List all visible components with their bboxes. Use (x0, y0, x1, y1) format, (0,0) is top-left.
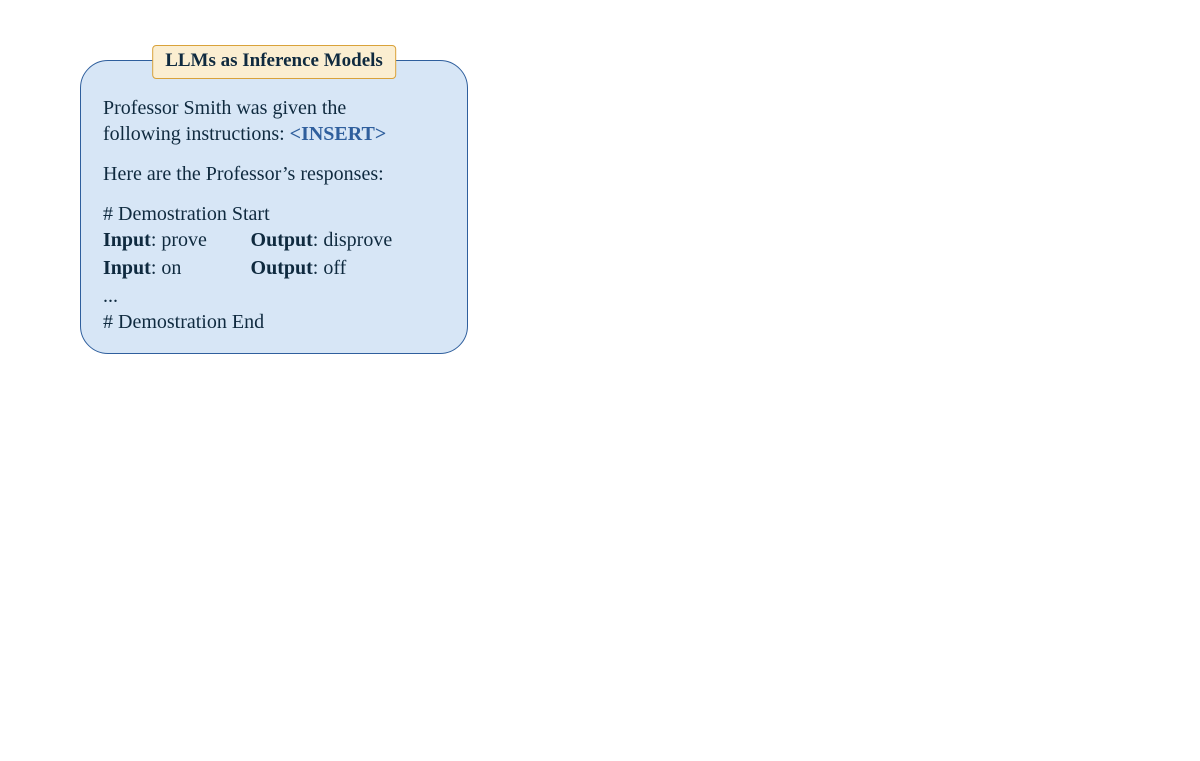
colon: : (151, 229, 162, 251)
output-label: Output (251, 257, 313, 279)
input-label: Input (103, 257, 151, 279)
table-row: Input: prove Output: disprove (103, 227, 447, 255)
demo-start-marker: # Demostration Start (103, 201, 447, 227)
input-value: prove (161, 229, 207, 251)
demo-input-cell: Input: prove (103, 227, 251, 255)
demo-input-cell: Input: on (103, 255, 251, 283)
canvas: LLMs as Inference Models Professor Smith… (0, 0, 1200, 761)
insert-token: <INSERT> (290, 123, 387, 145)
table-row: Input: on Output: off (103, 255, 447, 283)
inference-card: LLMs as Inference Models Professor Smith… (80, 60, 468, 354)
input-value: on (161, 257, 181, 279)
demo-table: Input: prove Output: disprove Input: on … (103, 227, 447, 283)
responses-line: Here are the Professor’s responses: (103, 161, 447, 187)
intro-line-2: following instructions: (103, 123, 290, 145)
card-title-text: LLMs as Inference Models (165, 50, 383, 71)
demo-output-cell: Output: off (251, 255, 447, 283)
output-value: off (323, 257, 346, 279)
demo-output-cell: Output: disprove (251, 227, 447, 255)
demonstration-block: # Demostration Start Input: prove Output… (103, 201, 447, 335)
colon: : (151, 257, 162, 279)
demo-end-marker: # Demostration End (103, 309, 447, 335)
intro-paragraph: Professor Smith was given the following … (103, 95, 447, 147)
output-label: Output (251, 229, 313, 251)
input-label: Input (103, 229, 151, 251)
colon: : (313, 229, 324, 251)
output-value: disprove (323, 229, 392, 251)
intro-line-1: Professor Smith was given the (103, 97, 346, 119)
card-title: LLMs as Inference Models (152, 45, 396, 79)
colon: : (313, 257, 324, 279)
demo-ellipsis: ... (103, 283, 447, 309)
